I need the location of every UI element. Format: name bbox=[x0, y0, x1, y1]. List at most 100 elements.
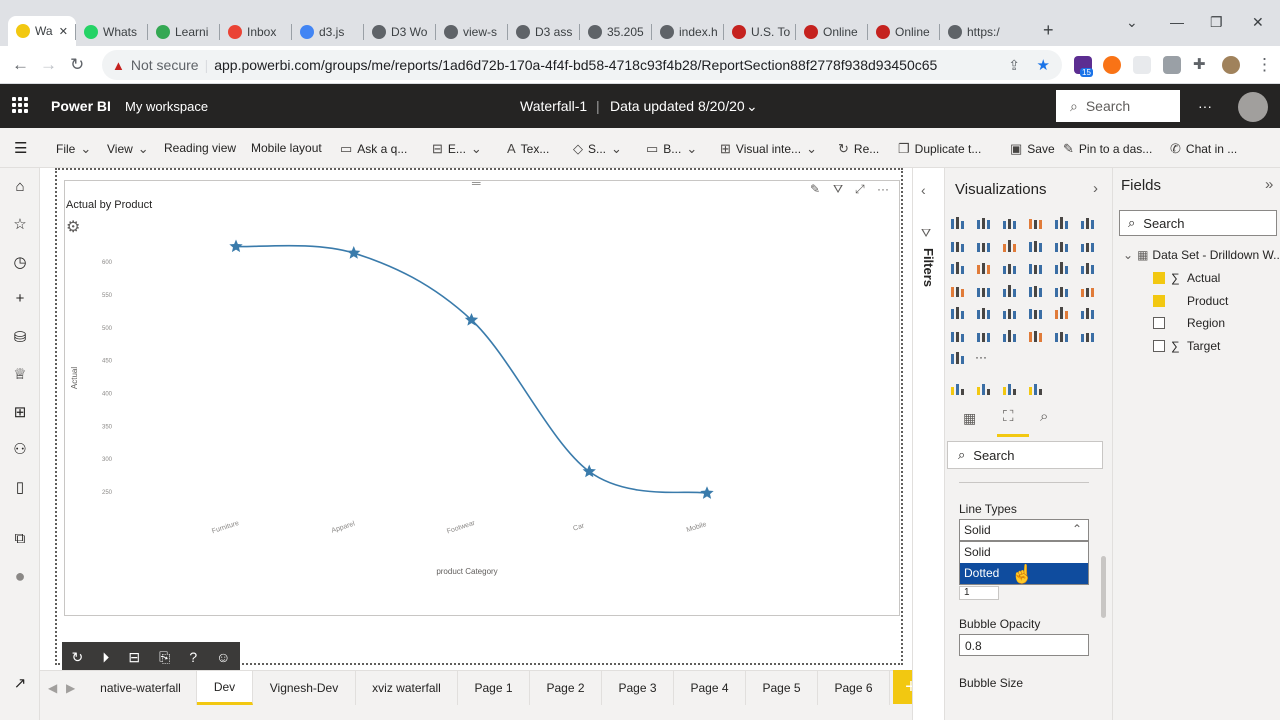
page-tab[interactable]: Page 1 bbox=[458, 671, 530, 705]
app-launcher-icon[interactable] bbox=[12, 97, 28, 113]
power-automate-icon[interactable] bbox=[949, 350, 965, 366]
format-paint-roller-icon[interactable]: ⛶ bbox=[1003, 408, 1014, 425]
clustered-column-icon[interactable] bbox=[1027, 215, 1043, 231]
r-visual-icon[interactable] bbox=[1027, 305, 1043, 321]
buttons-button[interactable]: ▭ B... ⌄ bbox=[646, 141, 697, 157]
funnel-icon[interactable] bbox=[975, 260, 991, 276]
field-item[interactable]: ∑ Actual bbox=[1153, 271, 1220, 285]
bubble-opacity-input[interactable]: 0.8 bbox=[959, 634, 1089, 656]
donut-icon[interactable] bbox=[1053, 260, 1069, 276]
stacked-bar-icon[interactable] bbox=[949, 215, 965, 231]
field-checkbox[interactable] bbox=[1153, 272, 1165, 284]
shared-people-icon[interactable]: ⚇ bbox=[11, 440, 29, 458]
browser-tab[interactable]: https:/ bbox=[940, 18, 1012, 46]
page-tab[interactable]: xviz waterfall bbox=[356, 671, 458, 705]
ribbon-chart-icon[interactable] bbox=[1079, 238, 1095, 254]
dataview-icon[interactable]: ⊟ bbox=[128, 649, 140, 666]
browser-tab[interactable]: D3 Wo bbox=[364, 18, 436, 46]
recent-clock-icon[interactable]: ◷ bbox=[11, 253, 29, 271]
field-item[interactable]: Region bbox=[1153, 316, 1225, 330]
decomposition-tree-icon[interactable] bbox=[1053, 305, 1069, 321]
app-name[interactable]: Power BI bbox=[51, 98, 111, 114]
star-marker[interactable] bbox=[347, 246, 361, 259]
custom-visual-d-icon[interactable] bbox=[1027, 381, 1043, 397]
view-menu[interactable]: View ⌄ bbox=[107, 141, 149, 157]
extension-icon[interactable] bbox=[1103, 56, 1121, 74]
analytics-magnifier-icon[interactable]: ⌕ bbox=[1040, 408, 1048, 425]
chevron-down-icon[interactable]: ⌄ bbox=[746, 98, 758, 115]
browser-tab[interactable]: d3.js bbox=[292, 18, 364, 46]
avatar[interactable] bbox=[1238, 92, 1268, 122]
custom-visual-a-icon[interactable] bbox=[949, 381, 965, 397]
goals-trophy-icon[interactable]: ♕ bbox=[11, 365, 29, 383]
line-types-dropdown[interactable]: Solid ⌃ bbox=[959, 519, 1089, 541]
collapse-chevrons-icon[interactable]: » bbox=[1265, 176, 1273, 193]
close-tab-icon[interactable]: ✕ bbox=[59, 25, 68, 38]
feedback-smiley-icon[interactable]: ☺ bbox=[216, 649, 230, 665]
filter-icon[interactable]: ⛛ bbox=[833, 182, 843, 197]
save-button[interactable]: ▣ Save bbox=[1010, 141, 1055, 157]
field-item[interactable]: ∑ Target bbox=[1153, 339, 1220, 353]
field-item[interactable]: Product bbox=[1153, 294, 1228, 308]
stacked-area-icon[interactable] bbox=[1001, 238, 1017, 254]
field-checkbox[interactable] bbox=[1153, 294, 1165, 307]
minimize-button[interactable]: — bbox=[1170, 14, 1184, 30]
reading-view-button[interactable]: Reading view bbox=[164, 141, 236, 155]
duplicate-page-button[interactable]: ❐ Duplicate t... bbox=[898, 141, 981, 157]
new-tab-button[interactable]: + bbox=[1043, 20, 1054, 41]
page-tab[interactable]: Page 6 bbox=[818, 671, 890, 705]
browser-tab[interactable]: view-s bbox=[436, 18, 508, 46]
browser-tab[interactable]: Online bbox=[796, 18, 868, 46]
address-bar[interactable]: ▲ Not secure | app.powerbi.com/groups/me… bbox=[102, 50, 1062, 80]
clustered-bar-icon[interactable] bbox=[1001, 215, 1017, 231]
python-icon[interactable] bbox=[1053, 328, 1069, 344]
more-options-icon[interactable]: ··· bbox=[1198, 98, 1212, 114]
line-chart[interactable]: 250 300 350 400 450 500 550 600 Furniture Appare… bbox=[64, 230, 864, 590]
browser-tab[interactable]: 35.205 bbox=[580, 18, 652, 46]
card-icon[interactable] bbox=[1027, 283, 1043, 299]
custom-visual-c-icon[interactable] bbox=[1001, 381, 1017, 397]
treemap-icon[interactable] bbox=[1079, 260, 1095, 276]
page-tab[interactable]: Dev bbox=[197, 671, 253, 705]
close-window-button[interactable]: ✕ bbox=[1252, 14, 1264, 31]
focus-mode-icon[interactable]: ⤢ bbox=[855, 182, 865, 197]
report-icon[interactable] bbox=[1001, 328, 1017, 344]
scatter-icon[interactable] bbox=[1001, 260, 1017, 276]
multi-row-card-icon[interactable] bbox=[1053, 283, 1069, 299]
browser-tab[interactable]: Inbox bbox=[220, 18, 292, 46]
waterfall-icon[interactable] bbox=[949, 260, 965, 276]
browser-tab[interactable]: Wa ✕ bbox=[8, 16, 76, 46]
browser-tab[interactable]: Whats bbox=[76, 18, 148, 46]
play-icon[interactable]: ⏵ bbox=[102, 649, 109, 666]
workspace-link[interactable]: My workspace bbox=[125, 99, 208, 114]
bookmark-star-icon[interactable]: ★ bbox=[1037, 56, 1050, 74]
mobile-layout-button[interactable]: Mobile layout bbox=[251, 141, 322, 155]
pane-scrollbar[interactable] bbox=[1101, 556, 1106, 618]
forward-icon[interactable]: → bbox=[40, 55, 57, 75]
option-solid[interactable]: Solid bbox=[960, 542, 1088, 563]
header-search-input[interactable]: ⌕ Search bbox=[1056, 90, 1180, 122]
datasets-icon[interactable]: ⛁ bbox=[11, 328, 29, 346]
back-icon[interactable]: ← bbox=[12, 55, 29, 75]
drag-handle-icon[interactable]: ═ bbox=[472, 176, 481, 190]
page-tab[interactable]: Vignesh-Dev bbox=[253, 671, 356, 705]
custom-visual-b-icon[interactable] bbox=[975, 381, 991, 397]
chevron-right-icon[interactable]: › bbox=[1093, 180, 1098, 197]
tab-search-icon[interactable]: ⌄ bbox=[1126, 14, 1138, 31]
100-bar-icon[interactable] bbox=[1053, 215, 1069, 231]
data-updated-label[interactable]: Data updated 8/20/20 bbox=[610, 98, 745, 114]
line-clustered-icon[interactable] bbox=[1053, 238, 1069, 254]
field-checkbox[interactable] bbox=[1153, 317, 1165, 330]
menu-kebab-icon[interactable]: ⋮ bbox=[1256, 55, 1273, 75]
create-plus-icon[interactable]: + bbox=[11, 290, 29, 307]
ask-question-button[interactable]: ▭ Ask a q... bbox=[340, 141, 407, 157]
explore-button[interactable]: ⊟ E... ⌄ bbox=[432, 141, 482, 157]
more-visuals-icon[interactable]: ··· bbox=[975, 350, 991, 366]
map-icon[interactable] bbox=[949, 283, 965, 299]
reload-icon[interactable]: ↻ bbox=[70, 55, 84, 75]
expand-arrow-icon[interactable]: ↗ bbox=[11, 674, 29, 692]
page-tab[interactable]: Page 3 bbox=[602, 671, 674, 705]
star-marker[interactable] bbox=[229, 239, 243, 253]
textbox-button[interactable]: A Tex... bbox=[507, 141, 549, 156]
browser-tab[interactable]: U.S. To bbox=[724, 18, 796, 46]
